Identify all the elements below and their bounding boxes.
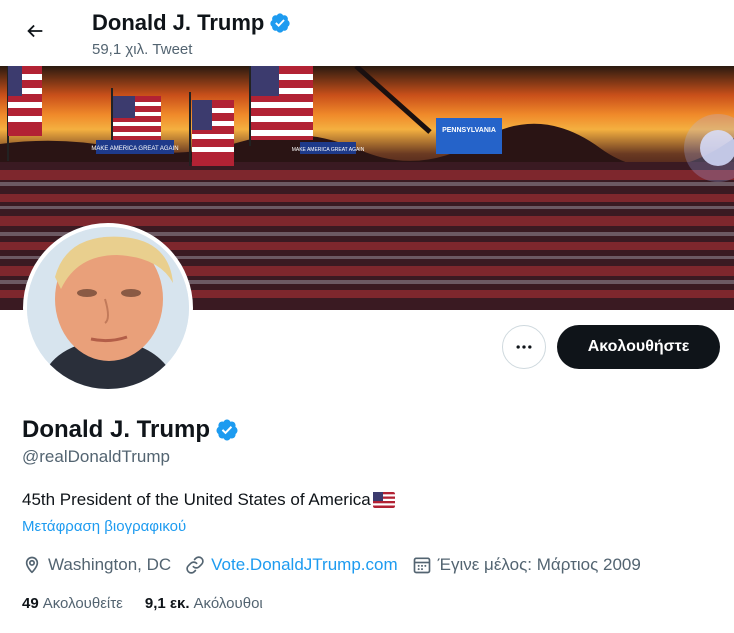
- bio-text: 45th President of the United States of A…: [22, 490, 371, 509]
- link-icon: [186, 556, 204, 574]
- location-item: Washington, DC: [22, 555, 171, 575]
- verified-badge-icon: [270, 13, 290, 33]
- location-pin-icon: [25, 556, 39, 574]
- website-link[interactable]: Vote.DonaldJTrump.com: [211, 555, 397, 575]
- following-count: 49: [22, 595, 39, 612]
- followers-label: Ακόλουθοι: [193, 595, 263, 612]
- profile-name-text: Donald J. Trump: [22, 416, 211, 443]
- profile-bio: 45th President of the United States of A…: [22, 490, 395, 510]
- joined-text: Έγινε μέλος: Μάρτιος 2009: [437, 555, 641, 574]
- tweet-count: 59,1 χιλ. Tweet: [92, 41, 193, 58]
- arrow-left-icon: [27, 24, 43, 38]
- following-link[interactable]: 49 Ακολουθείτε: [22, 595, 123, 612]
- avatar-image: [27, 227, 189, 389]
- followers-link[interactable]: 9,1 εκ. Ακόλουθοι: [145, 595, 263, 612]
- followers-count: 9,1 εκ.: [144, 595, 190, 612]
- banner-sign-1: MAKE AMERICA GREAT AGAIN: [91, 146, 178, 152]
- joined-item: Έγινε μέλος: Μάρτιος 2009: [412, 555, 641, 575]
- website-item: Vote.DonaldJTrump.com: [185, 555, 398, 575]
- profile-name: Donald J. Trump: [22, 416, 239, 444]
- verified-badge-icon: [216, 419, 238, 441]
- follow-stats: 49 Ακολουθείτε 9,1 εκ. Ακόλουθοι: [22, 595, 285, 612]
- more-options-button[interactable]: [502, 325, 546, 369]
- following-label: Ακολουθείτε: [42, 595, 123, 612]
- back-button[interactable]: [17, 13, 53, 49]
- translate-bio-link[interactable]: Μετάφραση βιογραφικού: [22, 518, 186, 535]
- profile-header-bar: Donald J. Trump 59,1 χιλ. Tweet: [0, 0, 734, 66]
- banner-sign-3: PENNSYLVANIA: [442, 127, 496, 134]
- header-name: Donald J. Trump: [92, 10, 265, 35]
- header-title: Donald J. Trump: [92, 10, 291, 36]
- profile-handle: @realDonaldTrump: [22, 447, 170, 466]
- profile-meta: Washington, DC Vote.DonaldJTrump.com Έγι…: [22, 554, 655, 576]
- more-dots-icon: [516, 345, 532, 349]
- calendar-icon: [413, 557, 430, 574]
- follow-button[interactable]: Ακολουθήστε: [557, 325, 720, 369]
- us-flag-icon: [372, 492, 395, 508]
- location-text: Washington, DC: [48, 555, 172, 574]
- banner-sign-2: MAKE AMERICA GREAT AGAIN: [292, 147, 365, 153]
- avatar[interactable]: [23, 223, 193, 393]
